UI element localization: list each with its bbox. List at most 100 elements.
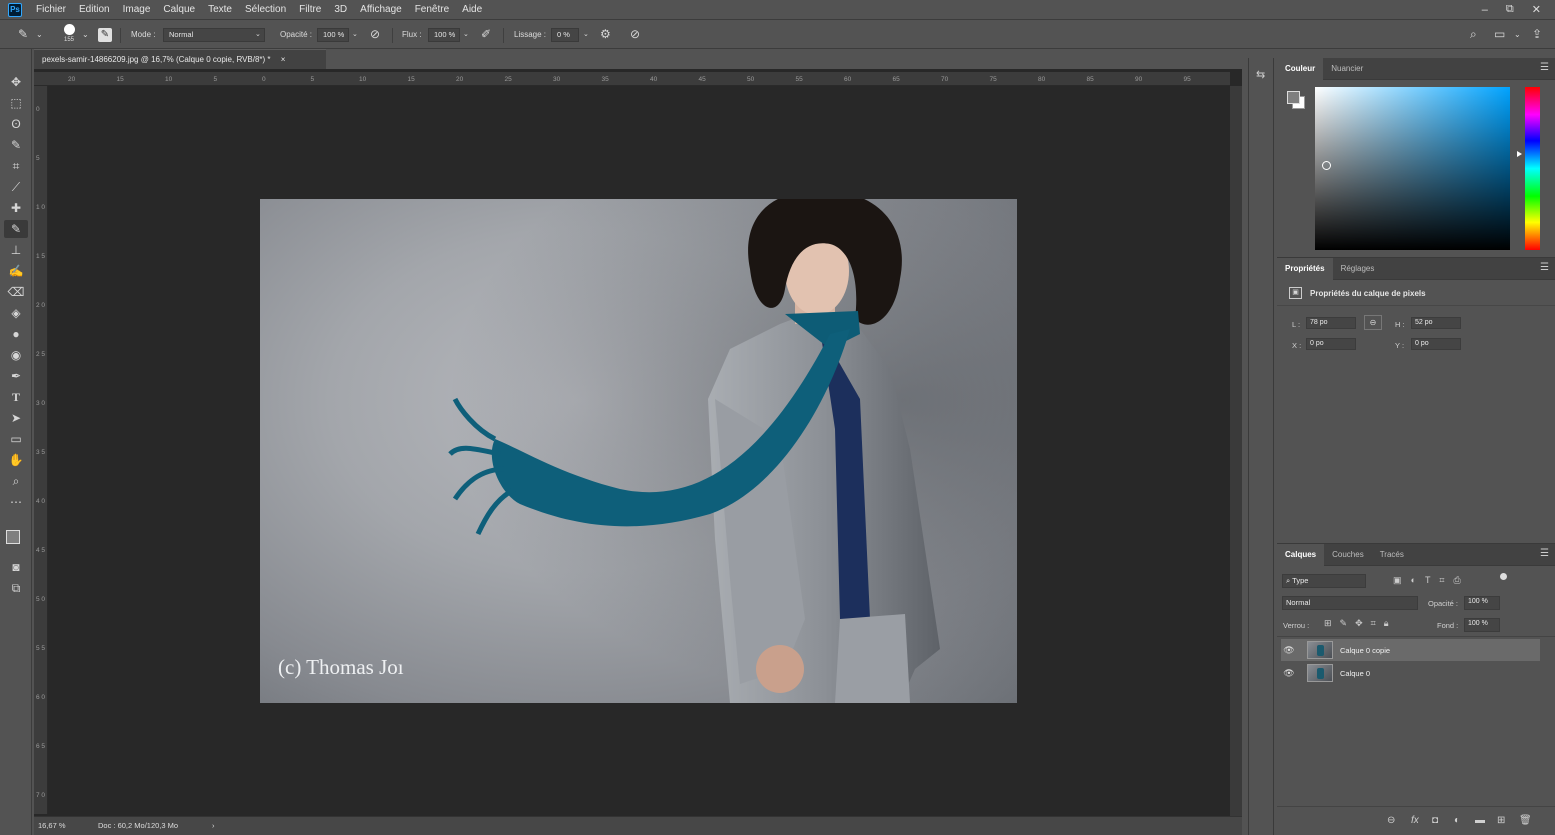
zoom-tool-icon[interactable]: ⌕: [4, 472, 28, 490]
lasso-tool-icon[interactable]: ʘ: [4, 115, 28, 133]
menu-edition[interactable]: Edition: [79, 4, 110, 15]
layer-row[interactable]: 👁︎ Calque 0: [1281, 662, 1540, 684]
layer-style-icon[interactable]: fx: [1411, 815, 1419, 826]
link-layers-icon[interactable]: ⊖: [1387, 815, 1395, 826]
color-field[interactable]: [1315, 87, 1510, 250]
tab-calques[interactable]: Calques: [1277, 543, 1325, 566]
visibility-eye-icon[interactable]: 👁︎: [1281, 668, 1297, 679]
color-picker-ring[interactable]: [1322, 161, 1331, 170]
healing-brush-tool-icon[interactable]: ✚: [4, 199, 28, 217]
dodge-tool-icon[interactable]: ◉: [4, 346, 28, 364]
brush-preset-icon[interactable]: ✎: [18, 26, 28, 43]
new-group-icon[interactable]: ▬: [1475, 815, 1485, 826]
menu-fenetre[interactable]: Fenêtre: [415, 4, 449, 15]
menu-image[interactable]: Image: [123, 4, 151, 15]
x-field[interactable]: 0 po: [1306, 338, 1356, 350]
new-layer-icon[interactable]: ⊞: [1497, 815, 1505, 826]
pressure-size-icon[interactable]: ⊘: [630, 26, 640, 43]
tab-proprietes[interactable]: Propriétés: [1277, 257, 1333, 280]
y-field[interactable]: 0 po: [1411, 338, 1461, 350]
blur-tool-icon[interactable]: ●: [4, 325, 28, 343]
close-window-button[interactable]: ✕: [1532, 3, 1541, 16]
horizontal-ruler[interactable]: 20 15 10 5 0 5 10 15 20 25 30 35 40 45 50 55 60 65 70 75 80 8…: [34, 72, 1230, 86]
search-icon[interactable]: ⌕: [1470, 26, 1477, 43]
chevron-down-icon[interactable]: ⌄: [1514, 26, 1521, 43]
paint-bucket-tool-icon[interactable]: ◈: [4, 304, 28, 322]
mode-select[interactable]: Normal: [163, 28, 265, 42]
menu-selection[interactable]: Sélection: [245, 4, 286, 15]
panel-menu-icon[interactable]: ☰: [1540, 62, 1549, 73]
flux-field[interactable]: 100 %: [428, 28, 460, 42]
blend-mode-select[interactable]: Normal: [1282, 596, 1418, 610]
lock-icons[interactable]: ⊞✎✥⌗🔒︎: [1324, 618, 1396, 629]
tab-traces[interactable]: Tracés: [1372, 544, 1412, 566]
rectangle-tool-icon[interactable]: ▭: [4, 430, 28, 448]
gear-icon[interactable]: ⚙: [600, 26, 611, 43]
layer-filter-select[interactable]: ⌕ Type: [1282, 574, 1366, 588]
lissage-field[interactable]: 0 %: [551, 28, 579, 42]
menu-3d[interactable]: 3D: [334, 4, 347, 15]
hue-slider-handle[interactable]: [1517, 151, 1522, 157]
menu-filtre[interactable]: Filtre: [299, 4, 321, 15]
document-tab[interactable]: pexels-samir-14866209.jpg @ 16,7% (Calqu…: [34, 49, 326, 69]
layer-row[interactable]: 👁︎ Calque 0 copie: [1281, 639, 1540, 661]
foreground-color-swatch[interactable]: [1287, 91, 1300, 104]
height-field[interactable]: 52 po: [1411, 317, 1461, 329]
more-tools-icon[interactable]: ⋯: [4, 493, 28, 511]
foreground-color-swatch[interactable]: [6, 530, 20, 544]
vertical-ruler[interactable]: 0 5 1 0 1 5 2 0 2 5 3 0 3 5 4 0 4 5 5 0 5 5 6 0 6 5 7 …: [34, 86, 48, 814]
workspace-icon[interactable]: ▭: [1494, 26, 1505, 43]
menu-aide[interactable]: Aide: [462, 4, 482, 15]
layer-opacity-field[interactable]: 100 %: [1464, 596, 1500, 610]
zoom-level[interactable]: 16,67 %: [38, 817, 66, 835]
chevron-down-icon[interactable]: ⌄: [36, 26, 43, 43]
restore-button[interactable]: ⧉: [1506, 3, 1514, 16]
history-brush-tool-icon[interactable]: ✍: [4, 262, 28, 280]
add-mask-icon[interactable]: ◘: [1432, 815, 1438, 826]
type-tool-icon[interactable]: T: [4, 388, 28, 406]
fill-field[interactable]: 100 %: [1464, 618, 1500, 632]
chevron-down-icon[interactable]: ⌄: [352, 27, 358, 42]
opacity-field[interactable]: 100 %: [317, 28, 349, 42]
brush-panel-toggle-icon[interactable]: ✎: [98, 28, 112, 42]
pressure-opacity-icon[interactable]: ⊘: [370, 26, 380, 43]
document-size-info[interactable]: Doc : 60,2 Mo/120,3 Mo: [98, 817, 178, 835]
vertical-scrollbar[interactable]: [1230, 86, 1242, 816]
brush-tip-icon[interactable]: [64, 24, 75, 35]
tab-couleur[interactable]: Couleur: [1277, 57, 1324, 80]
history-panel-icon[interactable]: ⇆: [1256, 68, 1265, 81]
menu-texte[interactable]: Texte: [208, 4, 232, 15]
quick-mask-icon[interactable]: ◙: [4, 558, 28, 576]
adjustment-layer-icon[interactable]: ◐: [1454, 815, 1460, 826]
minimize-button[interactable]: –: [1482, 4, 1488, 16]
delete-layer-icon[interactable]: 🗑︎: [1519, 815, 1532, 826]
menu-affichage[interactable]: Affichage: [360, 4, 402, 15]
pen-tool-icon[interactable]: ✒: [4, 367, 28, 385]
chevron-down-icon[interactable]: ⌄: [255, 27, 261, 42]
tab-couches[interactable]: Couches: [1324, 544, 1372, 566]
link-icon[interactable]: ⊖: [1364, 315, 1382, 330]
chevron-down-icon[interactable]: ⌄: [82, 26, 89, 43]
status-menu-arrow-icon[interactable]: ›: [212, 817, 215, 835]
panel-menu-icon[interactable]: ☰: [1540, 262, 1549, 273]
airbrush-icon[interactable]: ✐: [481, 26, 491, 43]
chevron-down-icon[interactable]: ⌄: [463, 27, 469, 42]
chevron-down-icon[interactable]: ⌄: [583, 27, 589, 42]
path-selection-tool-icon[interactable]: ➤: [4, 409, 28, 427]
clone-stamp-tool-icon[interactable]: ⊥: [4, 241, 28, 259]
eraser-tool-icon[interactable]: ⌫: [4, 283, 28, 301]
layer-name[interactable]: Calque 0 copie: [1340, 646, 1390, 655]
menu-calque[interactable]: Calque: [163, 4, 195, 15]
eyedropper-tool-icon[interactable]: ⟋: [4, 178, 28, 196]
visibility-eye-icon[interactable]: 👁︎: [1281, 645, 1297, 656]
menu-fichier[interactable]: Fichier: [36, 4, 66, 15]
marquee-tool-icon[interactable]: ⬚: [4, 94, 28, 112]
hand-tool-icon[interactable]: ✋: [4, 451, 28, 469]
width-field[interactable]: 78 po: [1306, 317, 1356, 329]
image-canvas[interactable]: (c) Thomas Joı: [260, 199, 1017, 703]
hue-slider[interactable]: [1525, 87, 1540, 250]
crop-tool-icon[interactable]: ⌗: [4, 157, 28, 175]
tab-nuancier[interactable]: Nuancier: [1323, 58, 1371, 80]
share-icon[interactable]: ⇪: [1532, 26, 1542, 43]
panel-menu-icon[interactable]: ☰: [1540, 548, 1549, 559]
